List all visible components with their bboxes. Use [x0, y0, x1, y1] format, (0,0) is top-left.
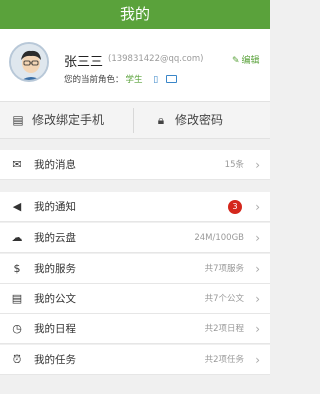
menu-item-value: 共2项任务 — [204, 355, 244, 365]
clock-icon: ◷ — [12, 322, 22, 335]
bind-phone-label: 修改绑定手机 — [32, 113, 105, 127]
user-email: (139831422@qq.com) — [108, 54, 204, 64]
menu-item-label: 我的任务 — [34, 354, 76, 366]
bind-phone-button[interactable]: ▤ 修改绑定手机 — [12, 102, 104, 139]
chevron-right-icon: › — [255, 231, 260, 245]
chevron-right-icon: › — [255, 292, 260, 306]
menu-item-label: 我的公文 — [34, 293, 76, 305]
edit-profile-button[interactable]: ✎ 编辑 — [232, 53, 260, 66]
menu-item-label: 我的通知 — [34, 201, 76, 213]
chevron-right-icon: › — [255, 262, 260, 276]
notification-badge: 3 — [228, 200, 242, 214]
document-icon: ▤ — [11, 292, 23, 305]
menu-item-cloud-drive[interactable]: ☁ 我的云盘 24M/100GB › — [0, 223, 270, 253]
messages-label: 我的消息 — [34, 159, 76, 171]
menu-item-label: 我的服务 — [34, 263, 76, 275]
menu-item-value: 共7个公文 — [204, 294, 244, 304]
role-label: 您的当前角色： — [64, 75, 124, 85]
action-divider — [133, 108, 134, 133]
menu-item-value: 共2项日程 — [204, 324, 244, 334]
change-password-button[interactable]: 🔒︎ 修改密码 — [155, 102, 223, 139]
lock-icon: 🔒︎ — [157, 113, 165, 127]
chevron-right-icon: › — [255, 353, 260, 367]
envelope-icon: ✉ — [12, 158, 22, 171]
messages-row[interactable]: ✉ 我的消息 15条 › — [0, 150, 270, 180]
menu-item-services[interactable]: $ 我的服务 共7项服务 › — [0, 254, 270, 284]
menu-item-notifications[interactable]: ◀ 我的通知 3 › — [0, 192, 270, 222]
menu-item-tasks[interactable]: ⏰︎ 我的任务 共2项任务 › — [0, 345, 270, 375]
messages-count: 15条 — [224, 160, 244, 170]
user-name: 张三三 — [64, 55, 104, 70]
menu-item-label: 我的日程 — [34, 323, 76, 335]
chevron-right-icon: › — [255, 158, 260, 172]
alarm-clock-icon: ⏰︎ — [12, 353, 22, 366]
phone-icon: ▤ — [12, 113, 24, 127]
account-actions: ▤ 修改绑定手机 🔒︎ 修改密码 — [0, 101, 270, 139]
chevron-right-icon: › — [255, 322, 260, 336]
menu-item-value: 共7项服务 — [204, 264, 244, 274]
role-row: 您的当前角色： 学生 ▯ — [64, 73, 177, 85]
id-card-icon — [165, 75, 177, 83]
profile-card: 张三三 (139831422@qq.com) ✎ 编辑 您的当前角色： 学生 ▯ — [0, 29, 270, 101]
menu-item-label: 我的云盘 — [34, 232, 76, 244]
dollar-icon: $ — [13, 262, 21, 275]
page-title: 我的 — [119, 5, 150, 23]
menu-item-documents[interactable]: ▤ 我的公文 共7个公文 › — [0, 284, 270, 314]
cloud-upload-icon: ☁ — [11, 231, 23, 244]
menu-item-schedule[interactable]: ◷ 我的日程 共2项日程 › — [0, 314, 270, 344]
role-value: 学生 — [125, 75, 143, 85]
page-header: 我的 — [0, 0, 270, 29]
speaker-icon: ◀ — [12, 200, 22, 213]
menu-item-value: 24M/100GB — [194, 233, 244, 243]
avatar[interactable] — [9, 42, 49, 82]
pencil-icon: ✎ — [232, 56, 240, 66]
chevron-right-icon: › — [255, 200, 260, 214]
avatar-image — [11, 44, 47, 80]
mobile-icon: ▯ — [153, 75, 159, 85]
edit-label: 编辑 — [241, 56, 260, 66]
change-password-label: 修改密码 — [175, 113, 224, 127]
